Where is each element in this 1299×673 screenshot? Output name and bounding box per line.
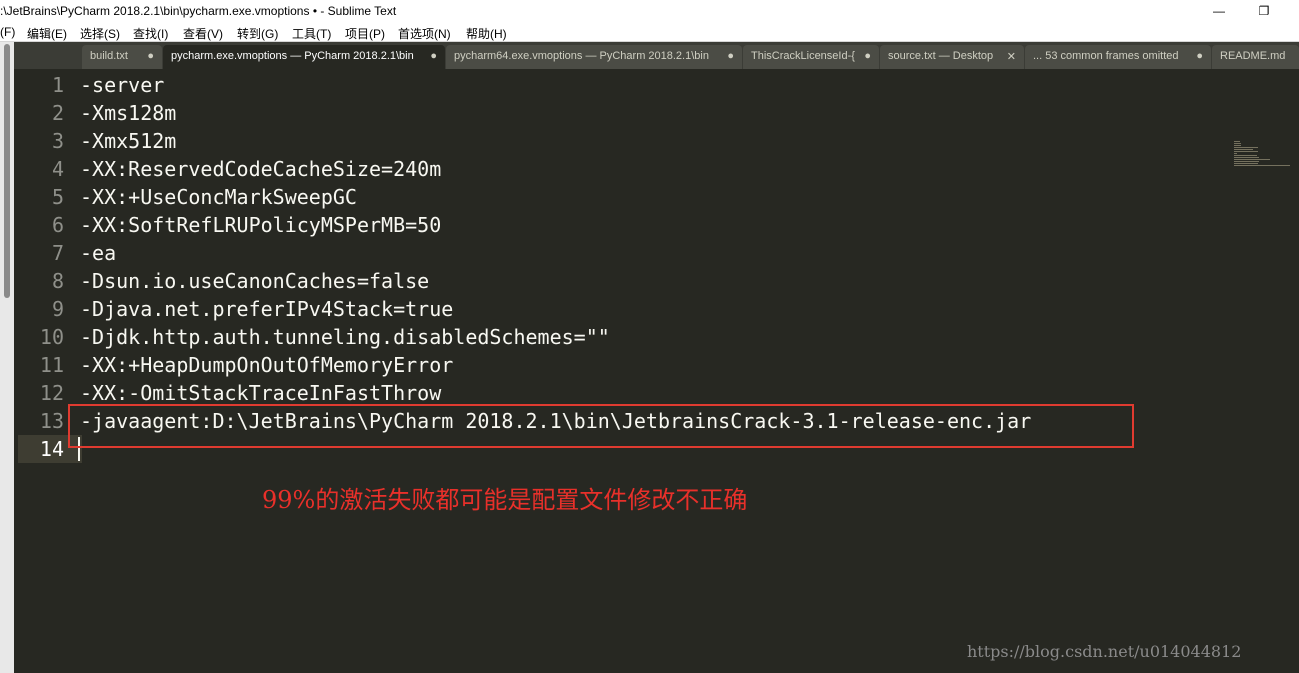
menu-selection[interactable]: 选择(S) — [80, 25, 120, 42]
scrollbar-thumb[interactable] — [4, 44, 10, 298]
minimap-line — [1234, 165, 1290, 166]
tab-dirty-icon[interactable]: ● — [147, 50, 154, 62]
tab-source-txt[interactable]: source.txt — Desktop ✕ — [880, 45, 1024, 69]
line-number: 5 — [51, 185, 64, 209]
line-number: 1 — [51, 73, 64, 97]
menu-help[interactable]: 帮助(H) — [466, 25, 507, 42]
code-line[interactable]: -XX:ReservedCodeCacheSize=240m — [80, 157, 441, 181]
line-number: 10 — [39, 325, 64, 349]
restore-button[interactable]: ❐ — [1241, 2, 1287, 20]
watermark-text: https://blog.csdn.net/u014044812 — [967, 642, 1242, 661]
code-line[interactable]: -server — [80, 73, 164, 97]
menu-tools[interactable]: 工具(T) — [292, 25, 331, 42]
minimap-line — [1234, 143, 1241, 144]
line-number: 14 — [39, 437, 64, 461]
tab-pycharm64-vmoptions[interactable]: pycharm64.exe.vmoptions — PyCharm 2018.2… — [446, 45, 742, 69]
tab-common-frames[interactable]: ... 53 common frames omitted ● — [1025, 45, 1211, 69]
tab-label: pycharm64.exe.vmoptions — PyCharm 2018.2… — [454, 50, 709, 62]
code-line[interactable]: -ea — [80, 241, 116, 265]
code-line[interactable]: -Xms128m — [80, 101, 176, 125]
tab-readme[interactable]: README.md — [1212, 45, 1299, 69]
minimap-line — [1234, 163, 1258, 164]
code-line[interactable]: -Djava.net.preferIPv4Stack=true — [80, 297, 453, 321]
editor-area[interactable]: 1 -server 2 -Xms128m 3 -Xmx512m 4 -XX:Re… — [14, 69, 1299, 673]
tab-label: pycharm.exe.vmoptions — PyCharm 2018.2.1… — [171, 50, 414, 62]
minimize-button[interactable]: — — [1196, 2, 1242, 20]
minimap-line — [1234, 149, 1253, 150]
minimap-line — [1234, 141, 1240, 142]
line-number: 3 — [51, 129, 64, 153]
tab-label: build.txt — [90, 50, 128, 62]
tab-label: README.md — [1220, 50, 1286, 62]
code-line[interactable]: -Dsun.io.useCanonCaches=false — [80, 269, 429, 293]
menu-goto[interactable]: 转到(G) — [237, 25, 278, 42]
tab-label: ... 53 common frames omitted — [1033, 50, 1179, 62]
minimap[interactable] — [1234, 141, 1294, 171]
line-number: 9 — [51, 297, 64, 321]
code-line[interactable]: -Xmx512m — [80, 129, 176, 153]
menu-file[interactable]: (F) — [0, 25, 15, 39]
line-number: 4 — [51, 157, 64, 181]
tab-build-txt[interactable]: build.txt ● — [82, 45, 162, 69]
code-line[interactable]: -XX:+UseConcMarkSweepGC — [80, 185, 357, 209]
tab-bar: build.txt ● pycharm.exe.vmoptions — PyCh… — [0, 42, 1299, 69]
menu-edit[interactable]: 编辑(E) — [27, 25, 67, 42]
menu-project[interactable]: 项目(P) — [345, 25, 385, 42]
minimap-line — [1234, 155, 1257, 156]
menu-view[interactable]: 查看(V) — [183, 25, 223, 42]
tab-label: ThisCrackLicenseId-{ — [751, 50, 855, 62]
line-number: 8 — [51, 269, 64, 293]
minimap-line — [1234, 147, 1258, 148]
tab-dirty-icon[interactable]: ● — [430, 50, 437, 62]
left-scrollbar[interactable] — [0, 42, 14, 673]
line-number: 6 — [51, 213, 64, 237]
minimap-line — [1234, 161, 1259, 162]
menu-bar: (F) 编辑(E) 选择(S) 查找(I) 查看(V) 转到(G) 工具(T) … — [0, 22, 1299, 42]
minimap-line — [1234, 145, 1241, 146]
annotation-highlight-box — [68, 404, 1134, 448]
tab-dirty-icon[interactable]: ● — [1196, 50, 1203, 62]
window-title: :\JetBrains\PyCharm 2018.2.1\bin\pycharm… — [0, 4, 397, 18]
menu-find[interactable]: 查找(I) — [133, 25, 168, 42]
tab-label: source.txt — Desktop — [888, 50, 994, 62]
code-line[interactable]: -XX:SoftRefLRUPolicyMSPerMB=50 — [80, 213, 441, 237]
annotation-text: 99%的激活失败都可能是配置文件修改不正确 — [262, 486, 748, 514]
code-line[interactable]: -Djdk.http.auth.tunneling.disabledScheme… — [80, 325, 610, 349]
tab-pycharm-vmoptions[interactable]: pycharm.exe.vmoptions — PyCharm 2018.2.1… — [163, 45, 445, 69]
tab-dirty-icon[interactable]: ● — [864, 50, 871, 62]
minimap-line — [1234, 157, 1259, 158]
line-number: 11 — [39, 353, 64, 377]
line-number: 12 — [39, 381, 64, 405]
title-bar: :\JetBrains\PyCharm 2018.2.1\bin\pycharm… — [0, 0, 1299, 22]
tab-crack-license[interactable]: ThisCrackLicenseId-{ ● — [743, 45, 879, 69]
tab-dirty-icon[interactable]: ● — [727, 50, 734, 62]
line-number: 7 — [51, 241, 64, 265]
menu-preferences[interactable]: 首选项(N) — [398, 25, 451, 42]
minimap-line — [1234, 159, 1270, 160]
code-line[interactable]: -XX:+HeapDumpOnOutOfMemoryError — [80, 353, 453, 377]
line-number: 2 — [51, 101, 64, 125]
line-number: 13 — [39, 409, 64, 433]
code-line[interactable]: -XX:-OmitStackTraceInFastThrow — [80, 381, 441, 405]
minimap-line — [1234, 151, 1258, 152]
close-icon[interactable]: ✕ — [1007, 50, 1016, 63]
minimap-line — [1234, 153, 1237, 154]
